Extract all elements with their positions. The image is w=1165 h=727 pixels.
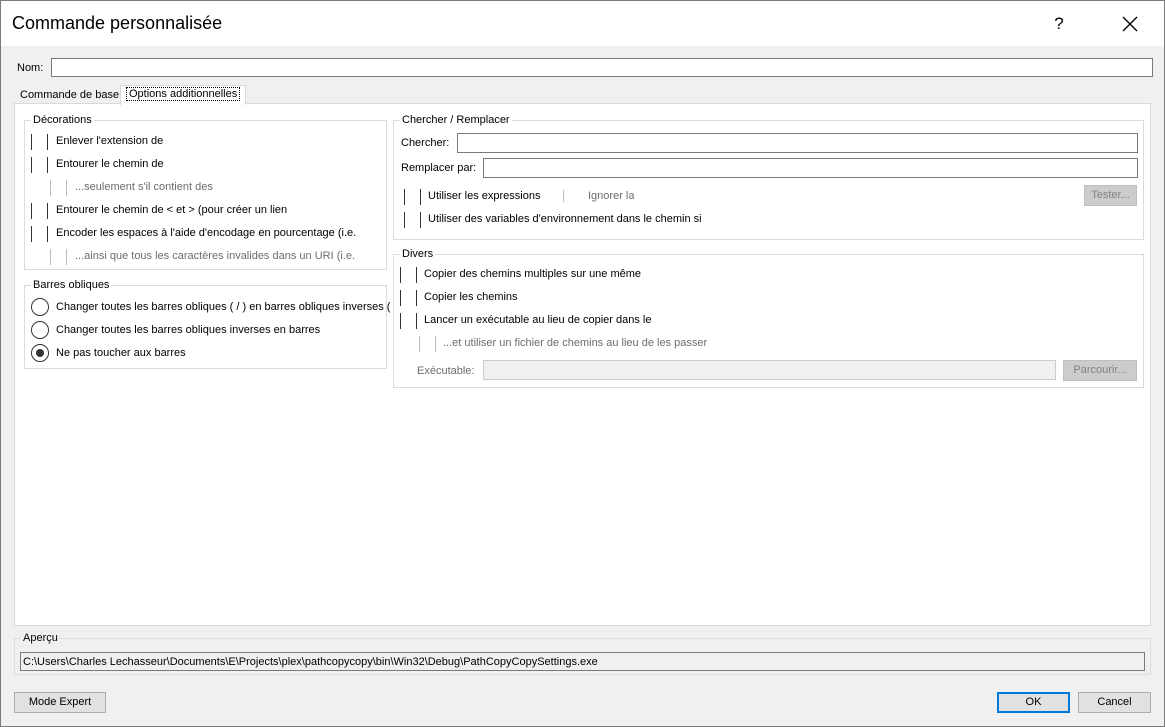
cancel-button[interactable]: Cancel [1078,692,1151,713]
surround-path-checkbox[interactable] [29,156,49,174]
launch-executable-checkbox[interactable] [398,312,418,330]
preview-input[interactable] [20,652,1145,671]
window-title: Commande personnalisée [12,13,223,33]
copy-paths-label: Copier les chemins [424,291,518,303]
surround-only-spaces-checkbox[interactable] [48,179,68,197]
encode-spaces-label: Encoder les espaces à l'aide d'encodage … [56,227,357,239]
close-button[interactable] [1107,1,1153,46]
help-button[interactable]: ? [1035,1,1083,46]
test-button[interactable]: Tester... [1084,185,1137,206]
decorations-group: Décorations Enlever l'extension de Entou… [24,114,387,270]
close-icon [1122,16,1138,31]
use-regex-label: Utiliser les expressions [428,190,541,202]
tab-panel: Décorations Enlever l'extension de Entou… [14,103,1151,626]
misc-title: Divers [400,248,436,261]
name-input[interactable] [51,58,1153,77]
replace-label: Remplacer par: [401,162,477,174]
preview-title: Aperçu [21,632,60,645]
search-replace-title: Chercher / Remplacer [400,114,512,127]
preview-group: Aperçu [14,632,1151,675]
env-vars-label: Utiliser des variables d'environnement d… [428,213,702,225]
encode-invalid-chars-checkbox[interactable] [48,248,68,266]
dialog-window: Commande personnalisée ? Nom: Commande d… [0,0,1165,727]
name-label: Nom: [17,62,44,74]
remove-extension-checkbox[interactable] [29,133,49,151]
surround-link-label: Entourer le chemin de < et > (pour créer… [56,204,288,216]
ignore-case-label[interactable]: Ignorer la [563,190,634,202]
backslashes-to-slashes-radio[interactable] [31,321,49,339]
remove-extension-label: Enlever l'extension de [56,135,164,147]
copy-multiple-label: Copier des chemins multiples sur une mêm… [424,268,642,280]
use-regex-checkbox[interactable] [402,188,422,206]
search-label: Chercher: [401,137,450,149]
tab-label: Commande de base [20,89,120,101]
copy-multiple-checkbox[interactable] [398,266,418,284]
executable-label: Exécutable: [417,365,475,377]
decorations-title: Décorations [31,114,94,127]
use-paths-file-label: ...et utiliser un fichier de chemins au … [443,337,708,349]
tab-options-additionnelles[interactable]: Options additionnelles [120,85,247,105]
browse-button[interactable]: Parcourir... [1063,360,1137,381]
surround-link-checkbox[interactable] [29,202,49,220]
surround-only-spaces-label: ...seulement s'il contient des [75,181,213,193]
use-paths-file-checkbox[interactable] [417,335,437,353]
backslashes-to-slashes-label: Changer toutes les barres obliques inver… [56,324,321,336]
slashes-title: Barres obliques [31,279,112,292]
no-slash-change-radio[interactable] [31,344,49,362]
ok-button[interactable]: OK [997,692,1070,713]
misc-group: Divers Copier des chemins multiples sur … [393,248,1144,388]
env-vars-checkbox[interactable] [402,211,422,229]
executable-input[interactable] [483,360,1056,380]
encode-spaces-checkbox[interactable] [29,225,49,243]
slashes-to-backslashes-label: Changer toutes les barres obliques ( / )… [56,301,391,313]
tab-label: Options additionnelles [126,87,241,101]
no-slash-change-label: Ne pas toucher aux barres [56,347,186,359]
slashes-to-backslashes-radio[interactable] [31,298,49,316]
copy-paths-checkbox[interactable] [398,289,418,307]
title-bar: Commande personnalisée ? [1,1,1164,46]
search-replace-group: Chercher / Remplacer Chercher: Remplacer… [393,114,1144,240]
launch-executable-label: Lancer un exécutable au lieu de copier d… [424,314,652,326]
encode-invalid-chars-label: ...ainsi que tous les caractères invalid… [75,250,356,262]
expert-mode-button[interactable]: Mode Expert [14,692,106,713]
surround-path-label: Entourer le chemin de [56,158,164,170]
tab-commande-de-base[interactable]: Commande de base [15,87,124,104]
search-input[interactable] [457,133,1138,153]
replace-input[interactable] [483,158,1138,178]
slashes-group: Barres obliques Changer toutes les barre… [24,279,391,369]
